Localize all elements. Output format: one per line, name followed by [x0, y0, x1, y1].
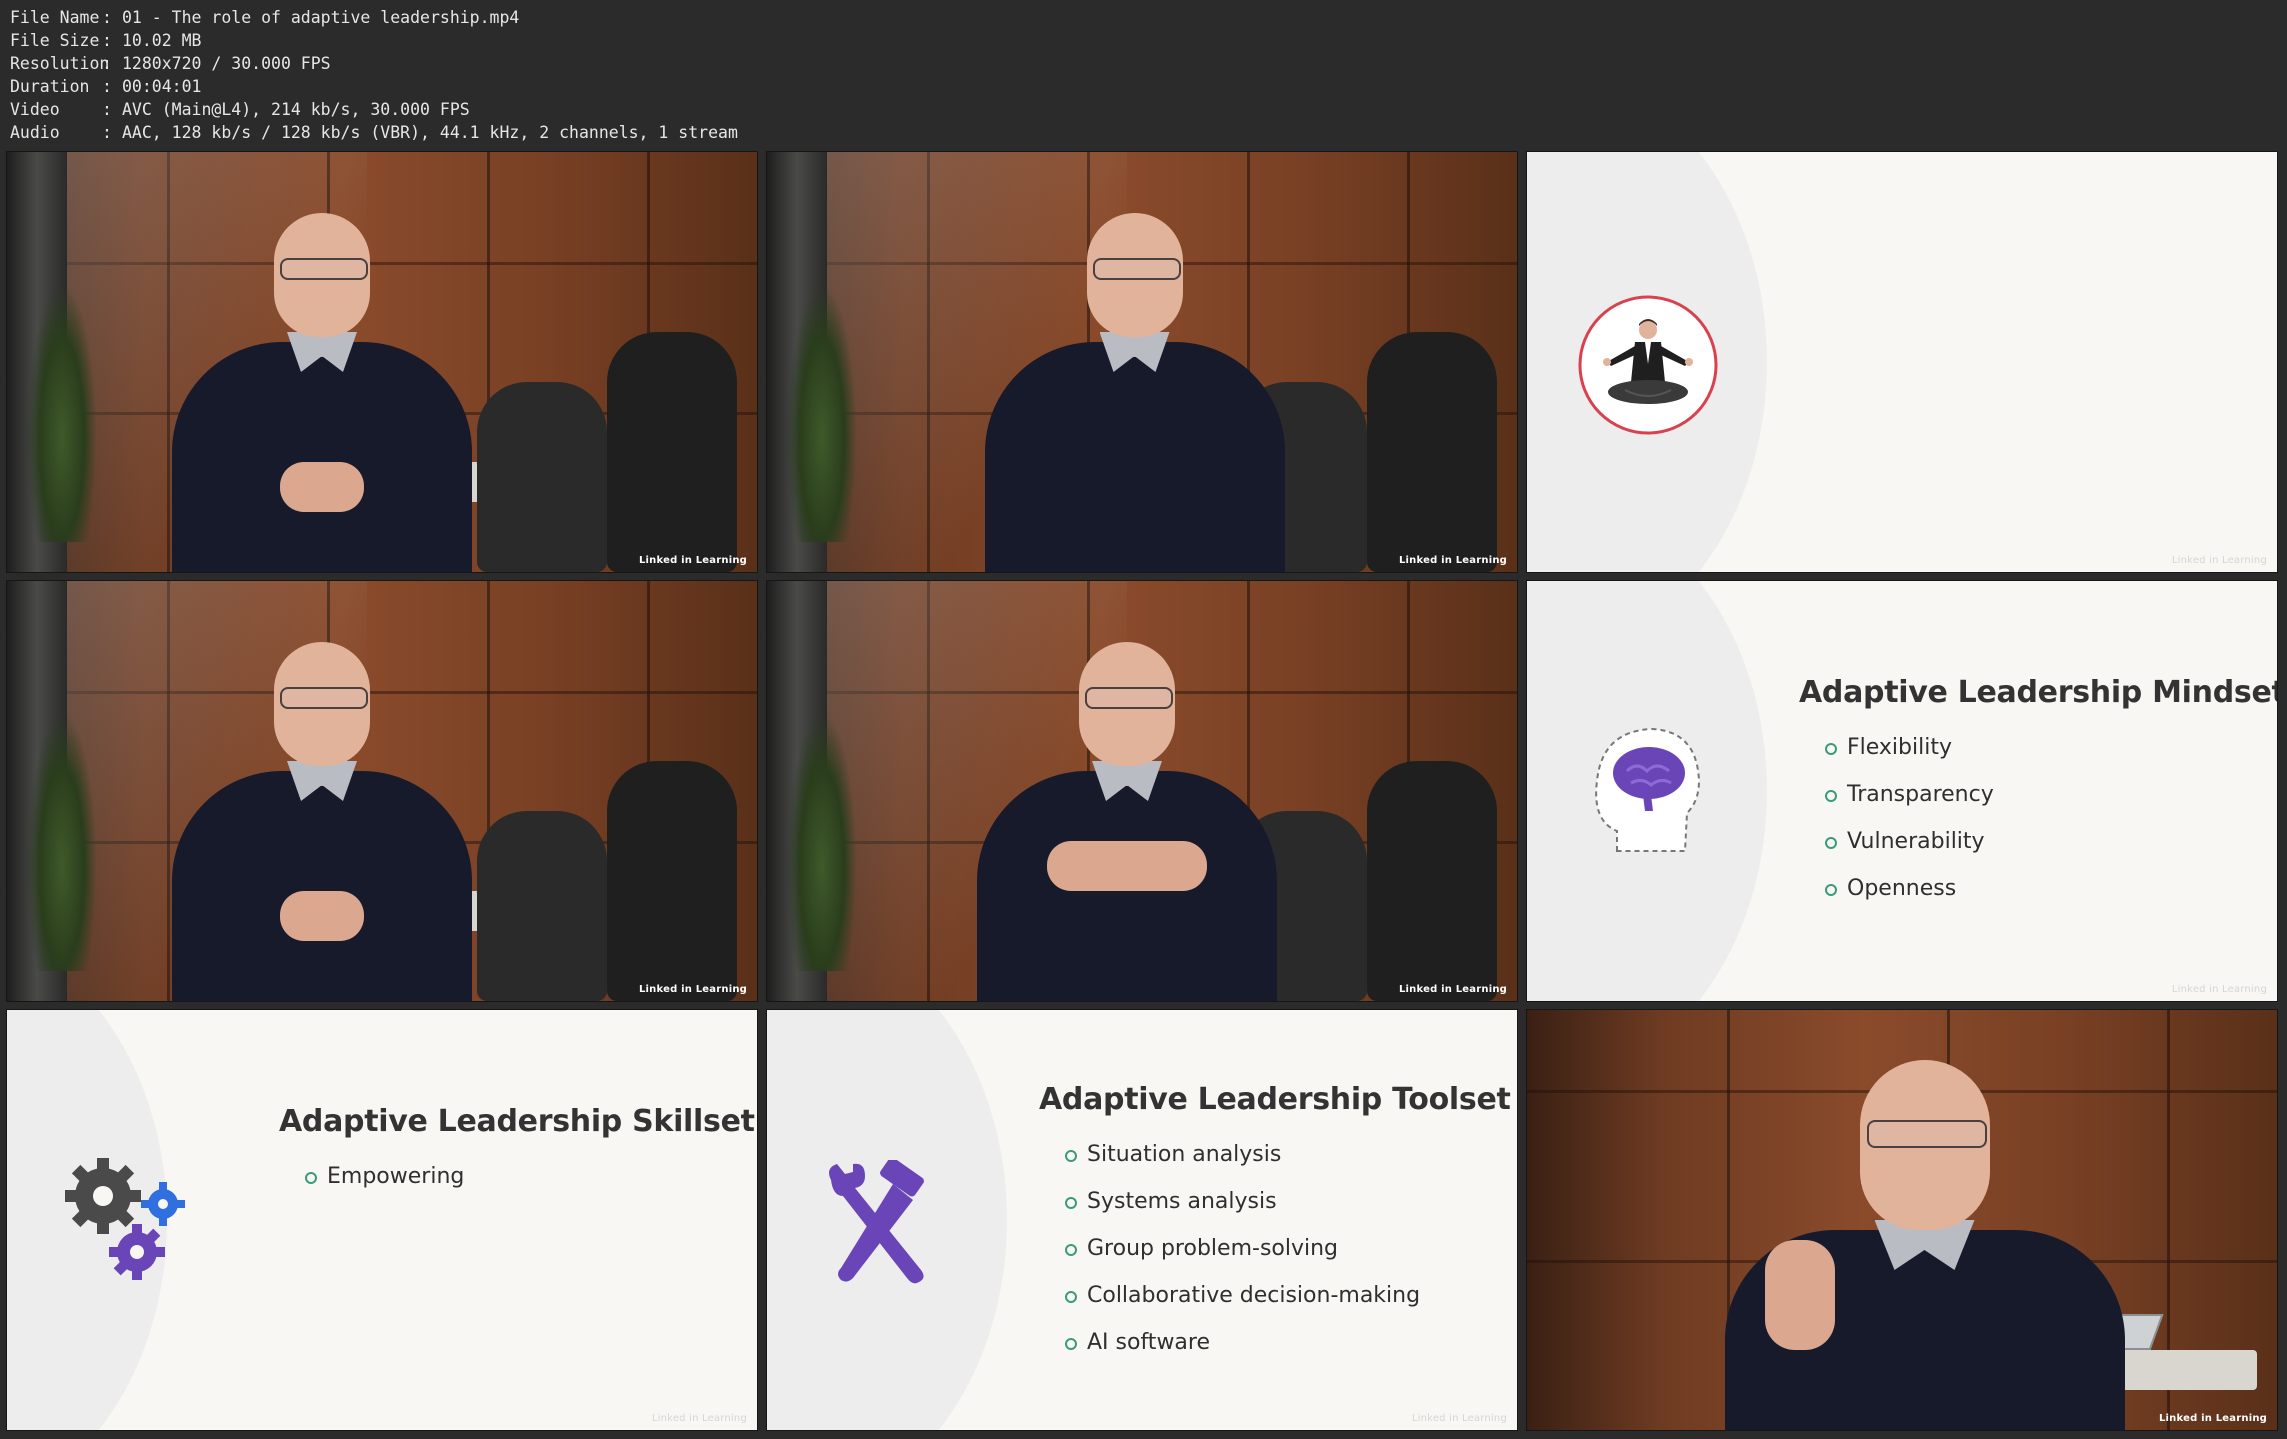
- presenter: [172, 172, 472, 572]
- video-thumbnail[interactable]: Linked in Learning: [1526, 1009, 2278, 1431]
- presenter-hands: [280, 891, 364, 941]
- linkedin-learning-watermark: Linked in Learning: [1398, 984, 1507, 995]
- linkedin-learning-watermark: Linked in Learning: [2171, 984, 2267, 995]
- gears-icon: [63, 1156, 193, 1290]
- slide-bullet: Transparency: [1823, 782, 1994, 829]
- presenter-glasses: [1092, 258, 1181, 280]
- plant: [27, 711, 97, 971]
- office-background: [767, 581, 1517, 1001]
- presenter: [1724, 1010, 2125, 1430]
- slide-bullet-list: Flexibility Transparency Vulnerability O…: [1823, 735, 1994, 923]
- slide-bullet: Openness: [1823, 876, 1994, 923]
- video-thumbnail[interactable]: Linked in Learning: [766, 151, 1518, 573]
- presenter-hands: [1047, 841, 1207, 891]
- office-chair: [1367, 332, 1497, 572]
- slide-bullet-list: Empowering: [303, 1164, 464, 1211]
- office-chair: [477, 382, 607, 572]
- slide-thumbnail[interactable]: Adaptive Leadership Mindset Flexibility …: [1526, 580, 2278, 1002]
- presenter-glasses: [1866, 1120, 1987, 1148]
- presenter-glasses: [280, 258, 368, 280]
- slide-thumbnail[interactable]: Adaptive Leadership Skillset Empowering …: [6, 1009, 758, 1431]
- office-chair: [477, 811, 607, 1001]
- slide-title: Adaptive Leadership Toolset: [1039, 1082, 1511, 1117]
- presenter: [172, 601, 472, 1001]
- plant: [27, 282, 97, 542]
- thumbnail-grid: Linked in Learning Linked in Learning Li…: [0, 0, 2287, 1439]
- plant: [787, 711, 857, 971]
- presenter-glasses: [280, 687, 368, 709]
- slide-bullet: Group problem-solving: [1063, 1236, 1420, 1283]
- slide-background: Adaptive Leadership Toolset Situation an…: [767, 1010, 1517, 1430]
- slide-background: Adaptive Leadership Mindset Flexibility …: [1527, 581, 2277, 1001]
- linkedin-learning-watermark: Linked in Learning: [651, 1413, 747, 1424]
- plant: [787, 282, 857, 542]
- slide-thumbnail[interactable]: Linked in Learning: [1526, 151, 2278, 573]
- linkedin-learning-watermark: Linked in Learning: [638, 984, 747, 995]
- linkedin-learning-watermark: Linked in Learning: [1411, 1413, 1507, 1424]
- slide-title: Adaptive Leadership Skillset: [279, 1104, 755, 1139]
- presenter-sweater: [172, 342, 472, 572]
- slide-bullet: Vulnerability: [1823, 829, 1994, 876]
- office-chair: [607, 332, 737, 572]
- slide-background: Adaptive Leadership Skillset Empowering: [7, 1010, 757, 1430]
- brain-head-icon: [1587, 721, 1707, 875]
- slide-bullet: Systems analysis: [1063, 1189, 1420, 1236]
- video-thumbnail[interactable]: Linked in Learning: [766, 580, 1518, 1002]
- office-chair: [1367, 761, 1497, 1001]
- presenter-hands: [280, 462, 364, 512]
- presenter: [984, 172, 1285, 572]
- slide-bullet: Flexibility: [1823, 735, 1994, 782]
- video-thumbnail[interactable]: Linked in Learning: [6, 151, 758, 573]
- presenter-glasses: [1085, 687, 1173, 709]
- linkedin-learning-watermark: Linked in Learning: [638, 555, 747, 566]
- presenter: [977, 601, 1277, 1001]
- presenter-hands: [1764, 1240, 1835, 1350]
- office-background: [7, 581, 757, 1001]
- video-thumbnail[interactable]: Linked in Learning: [6, 580, 758, 1002]
- presenter-hands: [1035, 432, 1235, 482]
- office-chair: [607, 761, 737, 1001]
- linkedin-learning-watermark: Linked in Learning: [1398, 555, 1507, 566]
- slide-title: Adaptive Leadership Mindset: [1799, 675, 2278, 710]
- slide-bullet: Collaborative decision-making: [1063, 1283, 1420, 1330]
- office-background: [1527, 1010, 2277, 1430]
- slide-bullet-list: Situation analysis Systems analysis Grou…: [1063, 1142, 1420, 1377]
- linkedin-learning-watermark: Linked in Learning: [2171, 555, 2267, 566]
- slide-thumbnail[interactable]: Adaptive Leadership Toolset Situation an…: [766, 1009, 1518, 1431]
- slide-background: [1527, 152, 2277, 572]
- slide-bullet: Situation analysis: [1063, 1142, 1420, 1189]
- slide-bullet: AI software: [1063, 1330, 1420, 1377]
- office-background: [767, 152, 1517, 572]
- wrench-hammer-icon: [823, 1157, 943, 1294]
- slide-bullet: Empowering: [303, 1164, 464, 1211]
- office-background: [7, 152, 757, 572]
- presenter-sweater: [172, 771, 472, 1001]
- meditation-icon: [1577, 294, 1719, 440]
- linkedin-learning-watermark: Linked in Learning: [2158, 1413, 2267, 1424]
